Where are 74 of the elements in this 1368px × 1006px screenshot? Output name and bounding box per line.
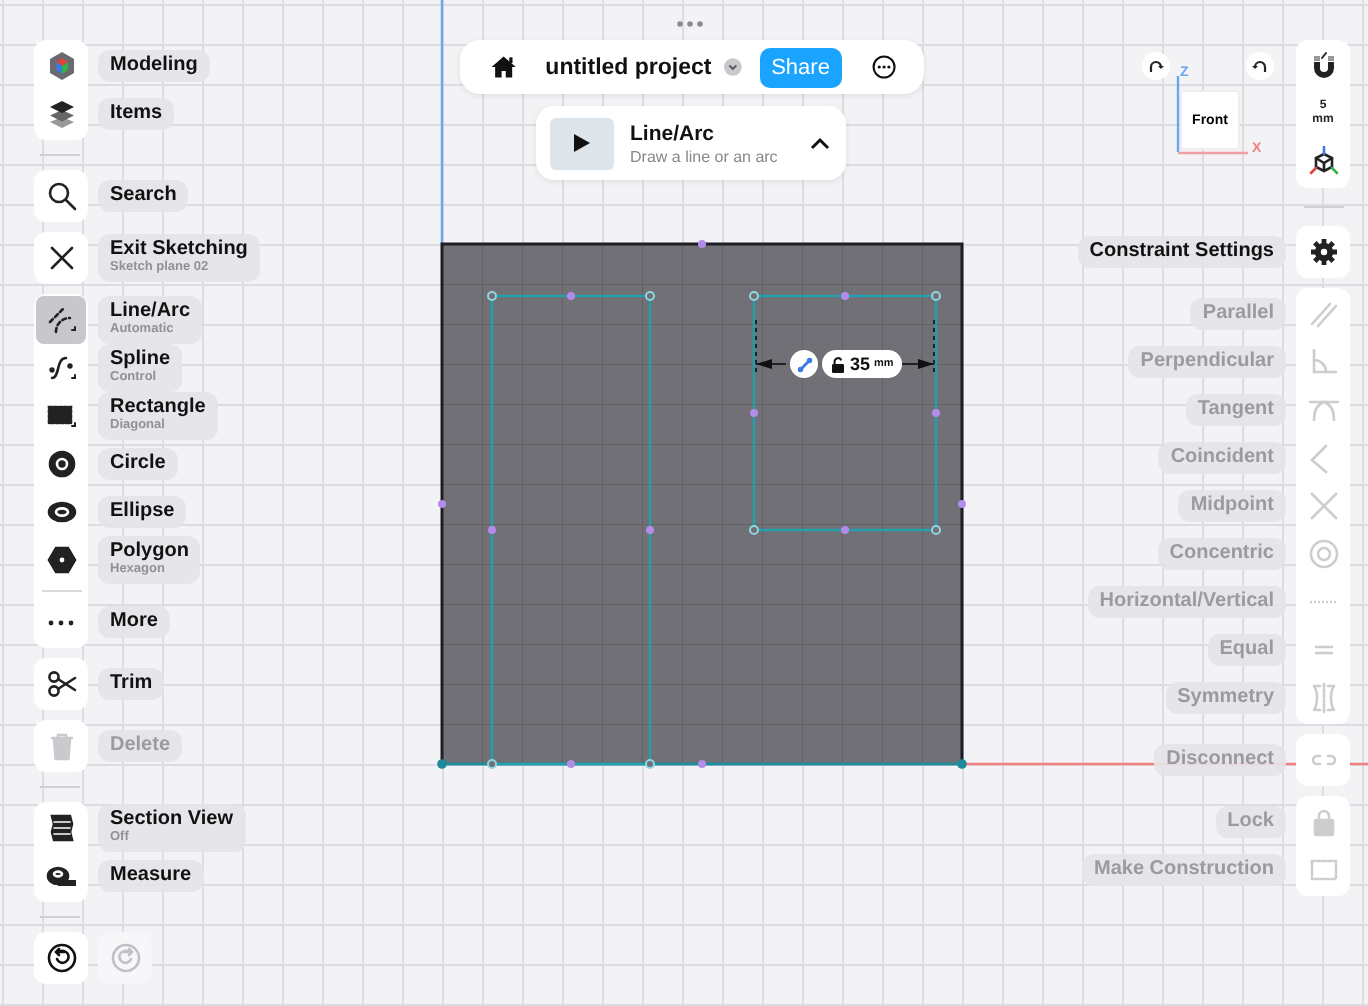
tool-label: Rectangle bbox=[110, 398, 206, 419]
close-icon bbox=[45, 242, 77, 274]
settings-icon bbox=[1307, 236, 1339, 268]
chevron-down-icon[interactable] bbox=[723, 56, 742, 78]
constraint-label: Make Construction bbox=[1093, 860, 1274, 880]
tool-label: Trim bbox=[110, 674, 153, 694]
constraint-label: Parallel bbox=[1202, 304, 1274, 324]
undo-icon bbox=[45, 942, 77, 974]
perpendicular-icon bbox=[1307, 346, 1339, 378]
scissors-icon bbox=[45, 668, 77, 700]
constraint-label: Concentric bbox=[1169, 544, 1274, 564]
constraint-label: Midpoint bbox=[1190, 496, 1274, 516]
hexagon-icon bbox=[45, 544, 77, 576]
chevron-up-icon[interactable] bbox=[810, 136, 830, 150]
tool-label: Measure bbox=[110, 866, 192, 886]
undo-button[interactable] bbox=[34, 932, 88, 984]
tool-label: Modeling bbox=[110, 56, 198, 76]
constraint-label: Tangent bbox=[1197, 400, 1274, 420]
axes-icon bbox=[1307, 146, 1339, 178]
constraint-label: Disconnect bbox=[1166, 750, 1274, 770]
spline-icon bbox=[45, 352, 77, 384]
parallel-icon bbox=[1307, 298, 1339, 330]
circle-icon bbox=[45, 448, 77, 480]
rotate-right-button[interactable] bbox=[1246, 52, 1274, 80]
sketch-rectangle[interactable] bbox=[749, 291, 941, 535]
trash-icon bbox=[45, 730, 77, 762]
tool-label: Line/Arc bbox=[110, 302, 191, 323]
rectangle-icon bbox=[45, 400, 77, 432]
rotate-icon bbox=[1148, 58, 1164, 74]
more-icon[interactable] bbox=[871, 52, 896, 82]
lock-icon bbox=[830, 355, 846, 373]
tool-label: Section View bbox=[110, 810, 234, 831]
constraint-label: Lock bbox=[1227, 812, 1274, 832]
redo-icon bbox=[109, 942, 141, 974]
tool-title: Line/Arc bbox=[630, 121, 717, 145]
play-icon bbox=[574, 134, 590, 152]
constraint-label: Constraint Settings bbox=[1089, 242, 1274, 262]
constraint-label: Coincident bbox=[1170, 448, 1274, 468]
home-icon[interactable] bbox=[490, 52, 518, 82]
sketch-line[interactable] bbox=[437, 759, 967, 769]
cube-icon bbox=[45, 50, 77, 82]
tool-label: More bbox=[110, 612, 158, 632]
symmetry-icon bbox=[1307, 682, 1339, 714]
rotate-icon bbox=[1252, 58, 1268, 74]
midpoint-icon bbox=[1307, 490, 1339, 522]
tool-label: Search bbox=[110, 186, 177, 206]
tool-description: Draw a line or an arc bbox=[630, 147, 780, 165]
tool-button[interactable] bbox=[36, 296, 86, 344]
tool-label: Exit Sketching bbox=[110, 240, 248, 261]
ellipse-icon bbox=[45, 496, 77, 528]
link-icon bbox=[795, 355, 813, 373]
constraint-label: Horizontal/Vertical bbox=[1099, 592, 1274, 612]
section-view-icon bbox=[45, 812, 77, 844]
project-title[interactable]: untitled project bbox=[545, 55, 712, 79]
rotate-left-button[interactable] bbox=[1142, 52, 1170, 80]
tool-label: Spline bbox=[110, 350, 171, 371]
line-arc-icon bbox=[45, 304, 77, 336]
tool-label: Circle bbox=[110, 454, 166, 474]
tool-label: Items bbox=[110, 104, 163, 124]
dimension-value: 35 bbox=[850, 354, 871, 374]
tool-label: Delete bbox=[110, 736, 171, 756]
tool-label: Ellipse bbox=[110, 502, 175, 522]
axis-drawing bbox=[1176, 76, 1252, 156]
search-icon bbox=[45, 180, 77, 212]
dashed-rectangle-icon bbox=[1307, 854, 1339, 886]
play-button[interactable] bbox=[550, 117, 614, 169]
constraint-label: Perpendicular bbox=[1140, 352, 1274, 372]
drag-handle-icon[interactable] bbox=[676, 20, 704, 28]
constraint-label: Equal bbox=[1219, 640, 1274, 660]
constraint-label: Symmetry bbox=[1177, 688, 1274, 708]
more-icon bbox=[48, 619, 74, 625]
tool-label: Polygon bbox=[110, 542, 189, 563]
concentric-icon bbox=[1307, 538, 1339, 570]
layers-icon bbox=[45, 98, 77, 130]
